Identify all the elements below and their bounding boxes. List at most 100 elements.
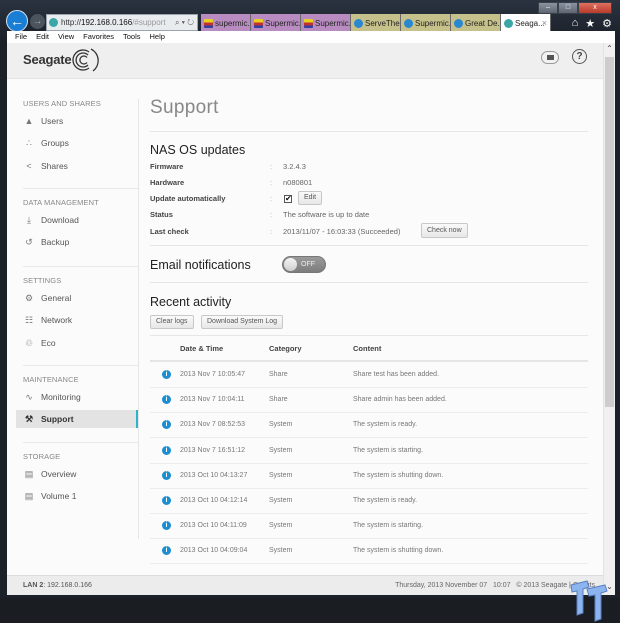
folder-icon — [547, 55, 554, 60]
colon: : — [270, 210, 273, 219]
download-system-log-button[interactable]: Download System Log — [201, 315, 284, 329]
toggle-state-label: OFF — [301, 261, 315, 268]
sidebar-item-label: Overview — [41, 469, 77, 479]
sidebar-item-support[interactable]: ⚒ Support — [16, 410, 138, 429]
footer-right: Thursday, 2013 November 07 10:07 © 2013 … — [395, 576, 595, 596]
address-scheme: http:// — [61, 18, 82, 27]
menu-tools[interactable]: Tools — [123, 31, 141, 43]
edit-button[interactable]: Edit — [298, 191, 323, 205]
table-row: i 2013 Nov 7 16:51:12 System The system … — [150, 439, 588, 464]
sidebar-item-label: Eco — [41, 337, 56, 348]
column-header-category[interactable]: Category — [269, 344, 302, 353]
sidebar-item-groups[interactable]: ∴ Groups — [16, 134, 138, 152]
update-automatically-checkbox[interactable]: ✔ — [284, 195, 292, 203]
user-icon: ▲ — [24, 116, 34, 126]
row-category: System — [269, 547, 293, 555]
page-scrollbar[interactable]: ⌃ ⌄ — [603, 43, 615, 595]
firmware-value: 3.2.4.3 — [283, 162, 306, 171]
sidebar-section-title: MAINTENANCE — [23, 375, 79, 384]
row-datetime: 2013 Oct 10 04:12:14 — [180, 497, 248, 504]
menu-edit[interactable]: Edit — [36, 31, 49, 43]
close-window-button[interactable]: x — [578, 2, 612, 14]
sidebar-item-general[interactable]: ⚙ General — [16, 289, 138, 307]
sidebar-item-label: Shares — [41, 160, 68, 171]
download-icon: ⤓ — [27, 215, 31, 225]
divider — [150, 335, 588, 336]
table-row: i 2013 Oct 10 04:13:27 System The system… — [150, 464, 588, 489]
row-datetime: 2013 Nov 7 16:51:12 — [180, 446, 245, 454]
sidebar-item-network[interactable]: ☷ Network — [16, 311, 138, 329]
minimize-button[interactable]: – — [538, 2, 558, 14]
check-now-button[interactable]: Check now — [421, 223, 468, 238]
favorites-star-icon[interactable]: ★ — [585, 17, 595, 30]
info-icon: i — [162, 370, 171, 379]
sidebar-item-label: Groups — [41, 138, 69, 149]
tab-label: Supermic... — [315, 19, 351, 28]
status-footer: LAN 2: 192.168.0.166 Thursday, 2013 Nove… — [7, 575, 603, 595]
sidebar-item-label: Users — [41, 116, 64, 126]
gear-icon: ⚙ — [24, 293, 34, 303]
sidebar-item-users[interactable]: ▲ Users — [16, 112, 138, 130]
tv-icon — [304, 19, 313, 28]
settings-gear-icon[interactable]: ⚙ — [602, 17, 612, 30]
table-row: i 2013 Oct 10 04:09:04 System The system… — [150, 539, 588, 565]
menu-help[interactable]: Help — [150, 31, 165, 43]
tab-label: Supermic... — [415, 19, 451, 28]
nas-updates-heading: NAS OS updates — [150, 143, 246, 157]
sidebar-item-backup[interactable]: ↺ Backup — [16, 233, 138, 251]
tab-label: Great De... — [465, 19, 501, 28]
home-icon[interactable]: ⌂ — [572, 17, 579, 30]
tab-label: Seaga... — [515, 19, 545, 28]
search-refresh-icons[interactable]: ⌕ ▾ ↻ — [175, 15, 194, 30]
file-browser-button[interactable] — [541, 51, 559, 64]
browser-toolbar-icons: ⌂ ★ ⚙ — [572, 17, 612, 30]
site-icon — [49, 18, 58, 27]
back-button[interactable]: ← — [6, 10, 28, 32]
maximize-button[interactable]: □ — [558, 2, 578, 14]
share-icon: < — [26, 160, 32, 171]
colon: : — [270, 162, 273, 171]
scroll-up-arrow-icon[interactable]: ⌃ — [604, 43, 615, 55]
row-datetime: 2013 Oct 10 04:11:09 — [180, 522, 247, 530]
tab-label: supermic... — [215, 19, 251, 28]
clear-logs-button[interactable]: Clear logs — [150, 315, 194, 329]
divider — [150, 282, 588, 283]
lan-ip: : 192.168.0.166 — [43, 582, 92, 589]
table-header-divider — [150, 360, 588, 362]
menu-file[interactable]: File — [15, 31, 27, 43]
sidebar-item-label: General — [41, 293, 72, 303]
sidebar-item-eco[interactable]: ♲ Eco — [16, 334, 138, 352]
menu-favorites[interactable]: Favorites — [83, 31, 114, 43]
row-content: The system is shutting down. — [353, 471, 444, 479]
help-button[interactable]: ? — [572, 49, 587, 64]
sidebar-item-label: Network — [41, 315, 73, 326]
column-header-datetime[interactable]: Date & Time — [180, 344, 223, 353]
tv-icon — [254, 19, 263, 28]
sidebar: USERS AND SHARES ▲ Users ∴ Groups < Shares DATA… — [16, 99, 139, 539]
sidebar-item-overview[interactable]: ▤ Overview — [16, 465, 138, 483]
menu-view[interactable]: View — [58, 31, 74, 43]
sidebar-item-download[interactable]: ⤓ Download — [16, 211, 138, 229]
hardware-label: Hardware — [150, 178, 185, 187]
row-category: System — [269, 421, 293, 429]
column-header-content[interactable]: Content — [353, 344, 381, 353]
info-icon: i — [162, 470, 171, 480]
servethehome-icon — [354, 19, 363, 28]
table-row: i 2013 Oct 10 04:11:09 System The system… — [150, 514, 588, 540]
address-hash: /#support — [132, 18, 166, 27]
sidebar-item-volume-1[interactable]: ▤ Volume 1 — [16, 487, 138, 505]
colon: : — [270, 227, 273, 236]
email-notifications-toggle[interactable]: OFF — [282, 256, 326, 273]
row-category: Share — [269, 396, 288, 404]
forward-button[interactable]: → — [30, 14, 45, 29]
sidebar-section-title: SETTINGS — [23, 276, 62, 285]
sidebar-item-monitoring[interactable]: ∿ Monitoring — [16, 388, 138, 406]
info-icon: i — [162, 395, 171, 405]
servethehome-icon — [404, 19, 413, 28]
address-bar[interactable]: http://192.168.0.166/#support ⌕ ▾ ↻ — [46, 14, 198, 31]
sidebar-section-title: DATA MANAGEMENT — [23, 198, 99, 207]
sidebar-divider — [23, 266, 138, 267]
scrollbar-thumb[interactable] — [605, 57, 614, 407]
info-icon: i — [162, 496, 171, 505]
sidebar-item-shares[interactable]: < Shares — [16, 157, 138, 175]
